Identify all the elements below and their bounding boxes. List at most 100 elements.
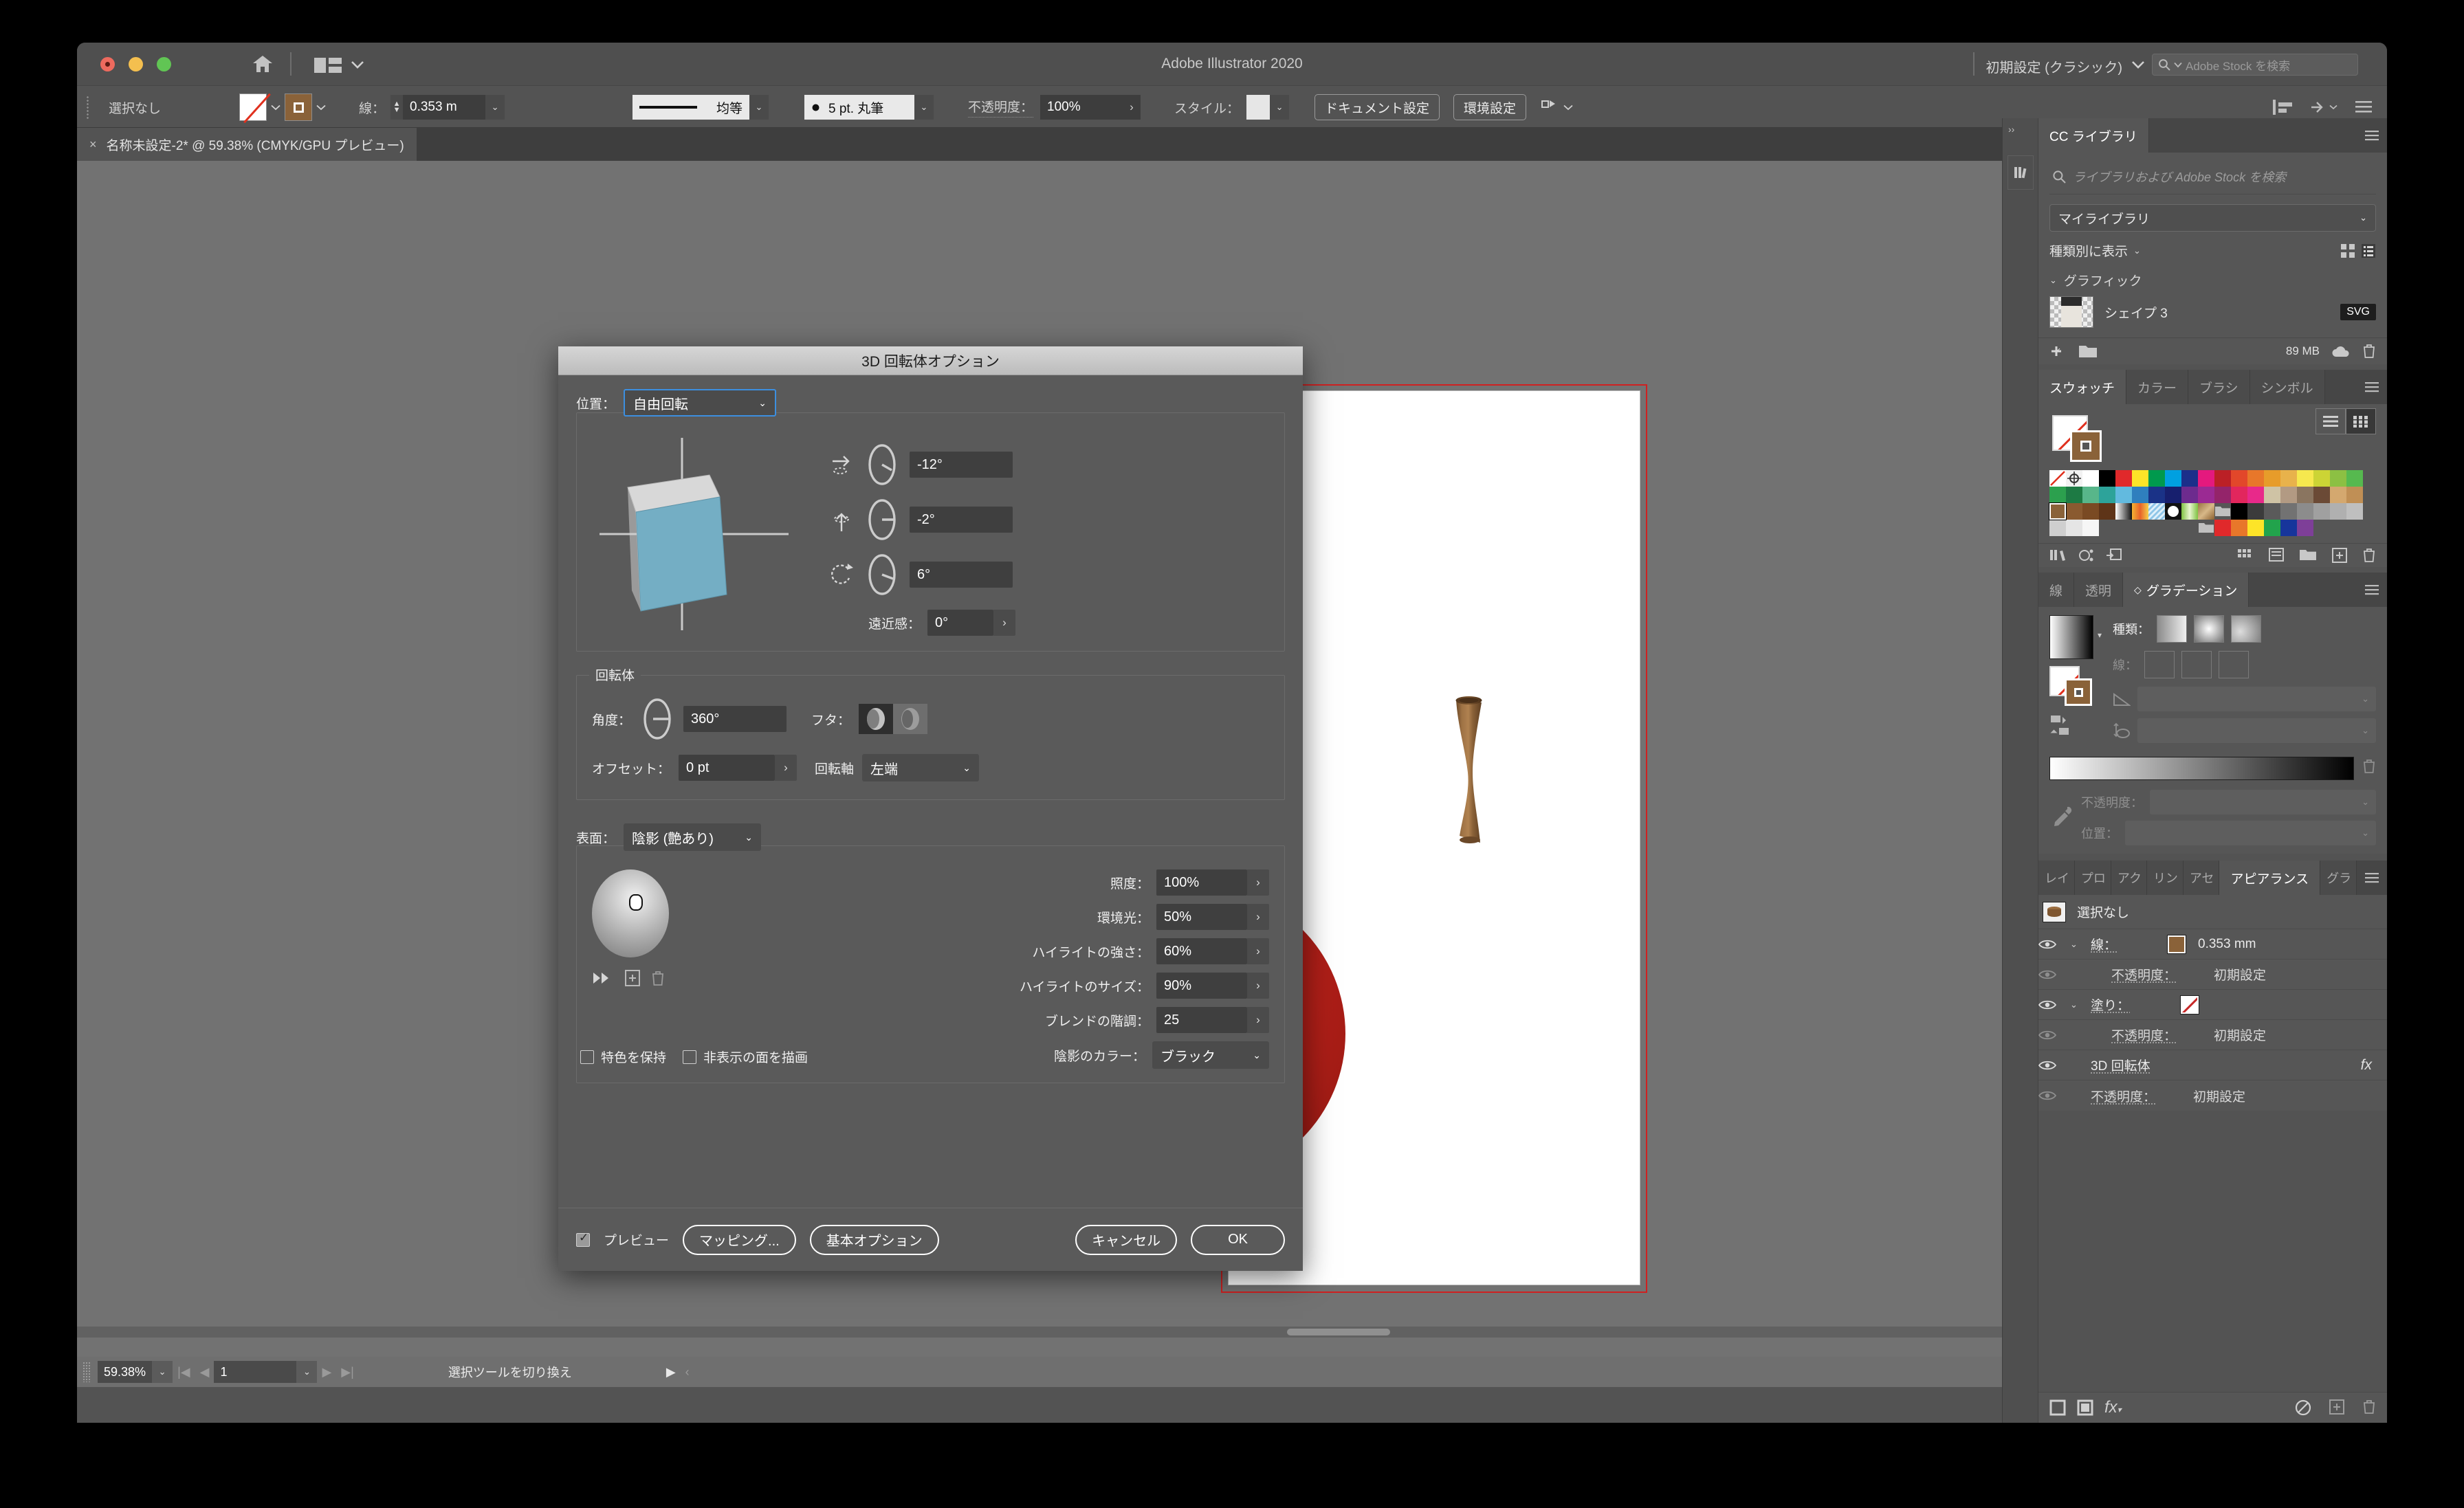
artboard-number-field[interactable]: 1 <box>214 1361 297 1383</box>
gradient-preview[interactable] <box>2049 615 2093 659</box>
tab-swatches[interactable]: スウォッチ <box>2038 370 2127 404</box>
tab-assets[interactable]: アセ <box>2183 861 2220 895</box>
map-art-button[interactable]: マッピング... <box>683 1224 796 1255</box>
last-artboard-icon[interactable]: ▶| <box>336 1365 359 1379</box>
visibility-toggle-icon[interactable] <box>2038 1030 2070 1041</box>
appearance-stroke-opacity-label[interactable]: 不透明度： <box>2111 965 2177 984</box>
stroke-profile-select[interactable]: 均等 <box>632 95 749 120</box>
status-bar-grip[interactable] <box>82 1362 91 1382</box>
swatch-folder[interactable] <box>2198 520 2214 536</box>
appearance-3d-effect-label[interactable]: 3D 回転体 <box>2091 1056 2150 1074</box>
new-swatch-folder-icon[interactable] <box>2299 548 2317 563</box>
swatch-color[interactable] <box>2280 520 2297 536</box>
swatch-gray[interactable] <box>2264 503 2280 520</box>
swatch-color[interactable] <box>2297 470 2313 487</box>
delete-library-item-icon[interactable] <box>2362 344 2376 359</box>
zoom-chevron-icon[interactable]: ⌄ <box>152 1361 173 1383</box>
transform-icon[interactable] <box>1540 99 1573 115</box>
swatch-gray[interactable] <box>2297 503 2313 520</box>
swatch-color[interactable] <box>2346 487 2363 503</box>
status-resize-icon[interactable]: ‹ <box>681 1365 694 1379</box>
appearance-row-effect-opacity[interactable]: 不透明度： 初期設定 <box>2038 1080 2387 1111</box>
swatch-gradient-warm[interactable] <box>2132 503 2148 520</box>
visibility-toggle-icon[interactable] <box>2038 969 2070 980</box>
tab-brushes[interactable]: ブラシ <box>2188 370 2250 404</box>
swatch-color[interactable] <box>2346 470 2363 487</box>
swatch-selected-brown[interactable] <box>2049 503 2066 520</box>
control-bar-grip[interactable] <box>86 96 89 119</box>
stroke-weight-chevron-icon[interactable]: ⌄ <box>485 95 505 120</box>
delete-gradient-stop-icon[interactable] <box>2362 759 2376 774</box>
swatch-color[interactable] <box>2165 470 2181 487</box>
stock-search-field[interactable]: Adobe Stock を検索 <box>2152 54 2358 76</box>
stroke-weight-value[interactable]: 0.353 m <box>403 95 486 120</box>
gradient-stroke-along-icon[interactable] <box>2181 651 2212 678</box>
cap-off-button[interactable] <box>893 704 928 734</box>
new-folder-icon[interactable] <box>2078 344 2098 359</box>
tab-graphic-styles[interactable]: グラ <box>2320 861 2357 895</box>
swatch-gradient-bw[interactable] <box>2115 503 2132 520</box>
swatch-list-icon[interactable] <box>2269 548 2284 563</box>
light-intensity-stepper-icon[interactable]: › <box>1247 869 1269 896</box>
tab-symbols[interactable]: シンボル <box>2250 370 2325 404</box>
expand-fill-chevron-icon[interactable]: ⌄ <box>2070 999 2091 1010</box>
graphic-style-swatch[interactable] <box>1246 95 1270 120</box>
swatch-color[interactable] <box>2214 470 2231 487</box>
brush-select[interactable]: 5 pt. 丸筆 <box>804 95 914 120</box>
opacity-value[interactable]: 100% <box>1040 95 1123 120</box>
tab-stroke[interactable]: 線 <box>2038 573 2075 607</box>
appearance-fill-swatch[interactable] <box>2181 995 2199 1014</box>
ambient-light-field[interactable]: 50% <box>1156 904 1247 930</box>
swatch-color[interactable] <box>2132 470 2148 487</box>
swatch-folder[interactable] <box>2214 503 2231 520</box>
libraries-rail-icon[interactable] <box>2008 155 2034 190</box>
swatch-color[interactable] <box>2148 487 2165 503</box>
swatch-color[interactable] <box>2247 487 2264 503</box>
swatch-gray[interactable] <box>2280 503 2297 520</box>
add-effect-fx-icon[interactable]: fx▾ <box>2104 1398 2122 1417</box>
highlight-intensity-stepper-icon[interactable]: › <box>1247 938 1269 964</box>
appearance-panel-menu-icon[interactable] <box>2357 861 2387 895</box>
swatches-panel-menu-icon[interactable] <box>2357 370 2387 404</box>
delete-swatch-icon[interactable] <box>2362 548 2376 563</box>
appearance-row-fill-opacity[interactable]: 不透明度： 初期設定 <box>2038 1020 2387 1050</box>
rotate-x-dial[interactable] <box>864 442 900 487</box>
swatch-libraries-icon[interactable] <box>2049 548 2067 562</box>
swatch-color[interactable] <box>2264 520 2280 536</box>
swatch-color[interactable] <box>2132 487 2148 503</box>
show-swatch-kinds-icon[interactable] <box>2078 548 2095 563</box>
gradient-preset-chevron-icon[interactable]: ▾ <box>2098 630 2102 640</box>
swatch-color[interactable] <box>2082 503 2099 520</box>
horizontal-scrollbar[interactable] <box>77 1327 2304 1338</box>
swatch-gray[interactable] <box>2247 503 2264 520</box>
fill-stroke-indicator[interactable] <box>2052 415 2111 462</box>
offset-field[interactable]: 0 pt <box>679 755 776 781</box>
swatch-pattern-scroll[interactable] <box>2198 503 2214 520</box>
cloud-sync-icon[interactable] <box>2331 344 2351 358</box>
light-intensity-field[interactable]: 100% <box>1156 869 1247 896</box>
swatch-color[interactable] <box>2264 470 2280 487</box>
tab-color[interactable]: カラー <box>2126 370 2189 404</box>
libraries-panel-menu-icon[interactable] <box>2357 118 2387 153</box>
cap-on-button[interactable] <box>859 704 894 734</box>
align-icon[interactable] <box>2273 100 2292 115</box>
perspective-field[interactable]: 0° <box>927 610 994 636</box>
swatch-color[interactable] <box>2099 503 2115 520</box>
swatch-color[interactable] <box>2066 487 2082 503</box>
tab-actions[interactable]: アク <box>2111 861 2147 895</box>
ok-button[interactable]: OK <box>1191 1224 1285 1255</box>
swatch-none[interactable] <box>2049 470 2066 487</box>
workspace-chevron-icon[interactable] <box>2131 60 2145 69</box>
swatch-gray[interactable] <box>2330 503 2346 520</box>
swatch-gray[interactable] <box>2346 503 2363 520</box>
swatch-color[interactable] <box>2181 470 2198 487</box>
light-sphere[interactable] <box>592 869 709 957</box>
lighting-preview-area[interactable] <box>592 869 709 1069</box>
stroke-profile-chevron-icon[interactable]: ⌄ <box>749 95 769 120</box>
stroke-weight-stepper[interactable]: ▲ ▼ <box>390 95 404 120</box>
preserve-spot-colors-checkbox[interactable] <box>580 1050 594 1064</box>
tab-appearance[interactable]: アピアランス <box>2219 861 2321 895</box>
appearance-row-stroke-opacity[interactable]: 不透明度： 初期設定 <box>2038 960 2387 990</box>
prev-artboard-icon[interactable]: ◀ <box>195 1365 214 1379</box>
angle-field[interactable]: 360° <box>683 706 787 732</box>
